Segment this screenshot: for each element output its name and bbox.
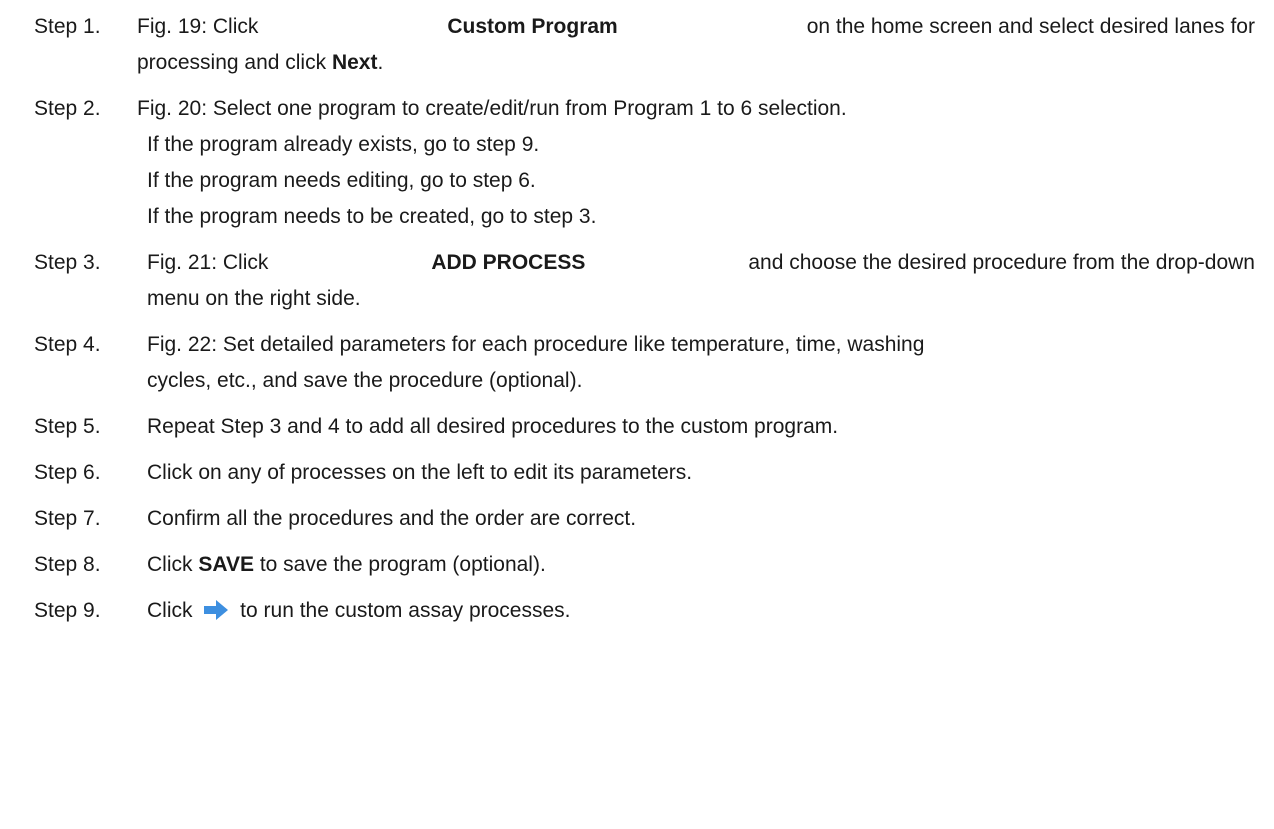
add-process-term: ADD PROCESS [431,251,586,274]
step-2-line-1: Fig. 20: Select one program to create/ed… [137,97,847,120]
step-8-text-a: Click [147,553,199,576]
step-5-label: Step 5. [34,415,101,438]
step-1-label: Step 1. [34,15,101,38]
step-7-line-1: Confirm all the procedures and the order… [147,507,637,530]
step-1-text-b: on the home screen and select desired la… [806,15,1255,38]
step-8-text-b: to save the program (optional). [253,553,546,576]
step-2-label: Step 2. [34,97,101,120]
save-term: SAVE [198,553,254,576]
step-6-line-1: Click on any of processes on the left to… [147,461,693,484]
step-1-text-c: processing and click [137,51,332,74]
step-9-line-1: Click to run the custom assay processes. [147,598,571,627]
step-1-line-1: Fig. 19: Click Custom Program on the hom… [137,14,1255,40]
step-8-label: Step 8. [34,553,101,576]
step-3-text-b: and choose the desired procedure from th… [748,251,1255,274]
step-3-line-2: menu on the right side. [147,287,361,310]
step-4-label: Step 4. [34,333,101,356]
step-5-line-1: Repeat Step 3 and 4 to add all desired p… [147,415,839,438]
step-7-label: Step 7. [34,507,101,530]
step-9-label: Step 9. [34,599,101,622]
step-4-line-1: Fig. 22: Set detailed parameters for eac… [147,333,925,356]
step-3-label: Step 3. [34,251,101,274]
step-1-text-d: . [377,51,384,74]
step-8-line-1: Click SAVE to save the program (optional… [147,552,546,578]
step-1-text-a: Fig. 19: Click [137,15,259,38]
step-4-line-2: cycles, etc., and save the procedure (op… [147,369,583,392]
right-arrow-icon [204,600,229,627]
step-6-label: Step 6. [34,461,101,484]
step-1-line-2: processing and click Next. [137,50,383,76]
step-2-line-4: If the program needs to be created, go t… [147,205,597,228]
step-2-line-2: If the program already exists, go to ste… [147,133,540,156]
custom-program-term: Custom Program [447,15,618,38]
step-9-text-a: Click [147,599,199,622]
step-3-text-a: Fig. 21: Click [147,251,269,274]
next-term: Next [331,51,378,74]
step-3-line-1: Fig. 21: Click ADD PROCESS and choose th… [147,250,1255,276]
step-2-line-3: If the program needs editing, go to step… [147,169,536,192]
instruction-document: Step 1. Fig. 19: Click Custom Program on… [0,0,1274,829]
step-9-text-b: to run the custom assay processes. [234,599,571,622]
